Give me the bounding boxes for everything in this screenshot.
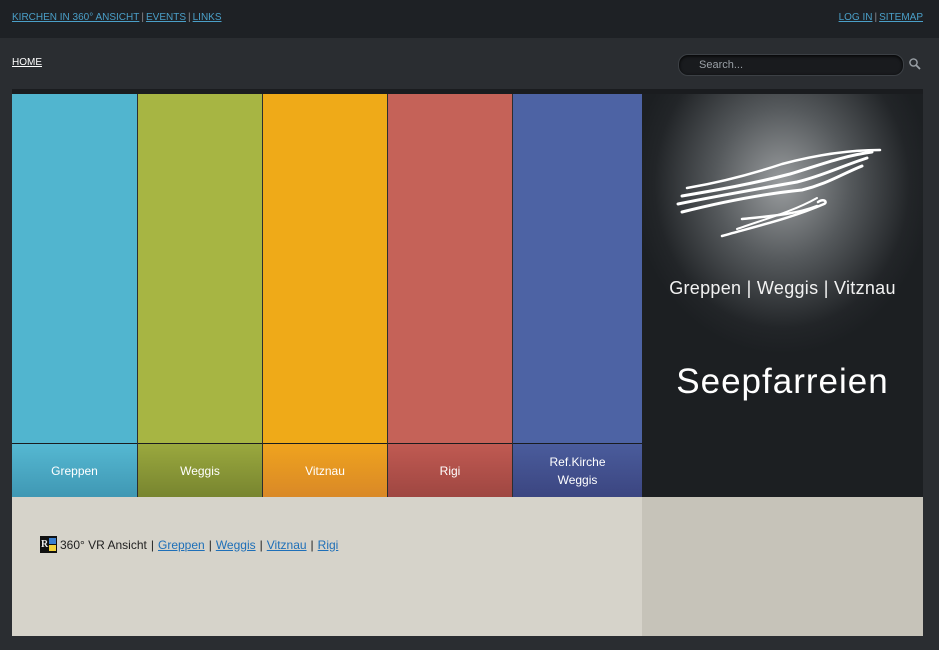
tile-label[interactable]: Ref.Kirche Weggis <box>513 443 642 498</box>
separator: | <box>150 537 154 552</box>
tile-color-block <box>138 94 262 443</box>
search-input[interactable] <box>697 58 891 72</box>
svg-text:R: R <box>41 539 49 550</box>
link-log-in[interactable]: LOG IN <box>839 12 873 23</box>
logo-title: Seepfarreien <box>676 362 889 401</box>
vr-link-vitznau[interactable]: Vitznau <box>267 538 307 552</box>
content-sidebar <box>642 497 923 636</box>
separator: | <box>141 12 144 23</box>
logo-subtitle: Greppen | Weggis | Vitznau <box>669 278 896 298</box>
separator: | <box>259 537 263 552</box>
search-box <box>678 54 904 76</box>
bird-logo-icon <box>676 148 882 238</box>
content-area: R 360° VR Ansicht | Greppen | Weggis | V… <box>12 497 642 636</box>
top-right-links: LOG IN | SITEMAP <box>839 12 923 23</box>
tile-weggis[interactable]: Weggis <box>137 94 262 498</box>
top-bar: KIRCHEN IN 360° ANSICHT | EVENTS | LINKS LOG… <box>0 0 939 38</box>
tile-label[interactable]: Weggis <box>138 443 262 498</box>
nav-home[interactable]: HOME <box>12 57 42 68</box>
tile-label[interactable]: Vitznau <box>263 443 387 498</box>
link-sitemap[interactable]: SITEMAP <box>879 12 923 23</box>
link-kirchen-360[interactable]: KIRCHEN IN 360° ANSICHT <box>12 12 139 23</box>
main-nav: HOME <box>0 38 939 90</box>
top-left-links: KIRCHEN IN 360° ANSICHT | EVENTS | LINKS <box>12 12 222 23</box>
tile-ref-kirche-weggis[interactable]: Ref.Kirche Weggis <box>512 94 642 498</box>
tile-color-block <box>12 94 137 443</box>
tile-vitznau[interactable]: Vitznau <box>262 94 387 498</box>
tile-greppen[interactable]: Greppen <box>12 94 137 498</box>
search-icon[interactable] <box>908 57 922 71</box>
seepfarreien-logo-panel: Greppen | Weggis | Vitznau Seepfarreien <box>642 94 923 497</box>
vr-link-weggis[interactable]: Weggis <box>216 538 256 552</box>
tile-rigi[interactable]: Rigi <box>387 94 512 498</box>
parish-tiles: Greppen Weggis Vitznau Rigi Ref.Kirche W… <box>12 94 642 498</box>
separator: | <box>188 12 191 23</box>
vr-link-greppen[interactable]: Greppen <box>158 538 205 552</box>
tile-color-block <box>388 94 512 443</box>
vr-links-line: R 360° VR Ansicht | Greppen | Weggis | V… <box>40 536 338 553</box>
tile-color-block <box>263 94 387 443</box>
rvr-badge-icon: R <box>40 536 57 553</box>
separator: | <box>208 537 212 552</box>
tile-label[interactable]: Greppen <box>12 443 137 498</box>
vr-link-rigi[interactable]: Rigi <box>318 538 339 552</box>
tile-label[interactable]: Rigi <box>388 443 512 498</box>
tile-color-block <box>513 94 642 443</box>
vr-label: 360° VR Ansicht <box>60 537 147 552</box>
separator: | <box>874 12 878 23</box>
separator: | <box>310 537 314 552</box>
link-events[interactable]: EVENTS <box>146 12 186 23</box>
link-links[interactable]: LINKS <box>193 12 222 23</box>
